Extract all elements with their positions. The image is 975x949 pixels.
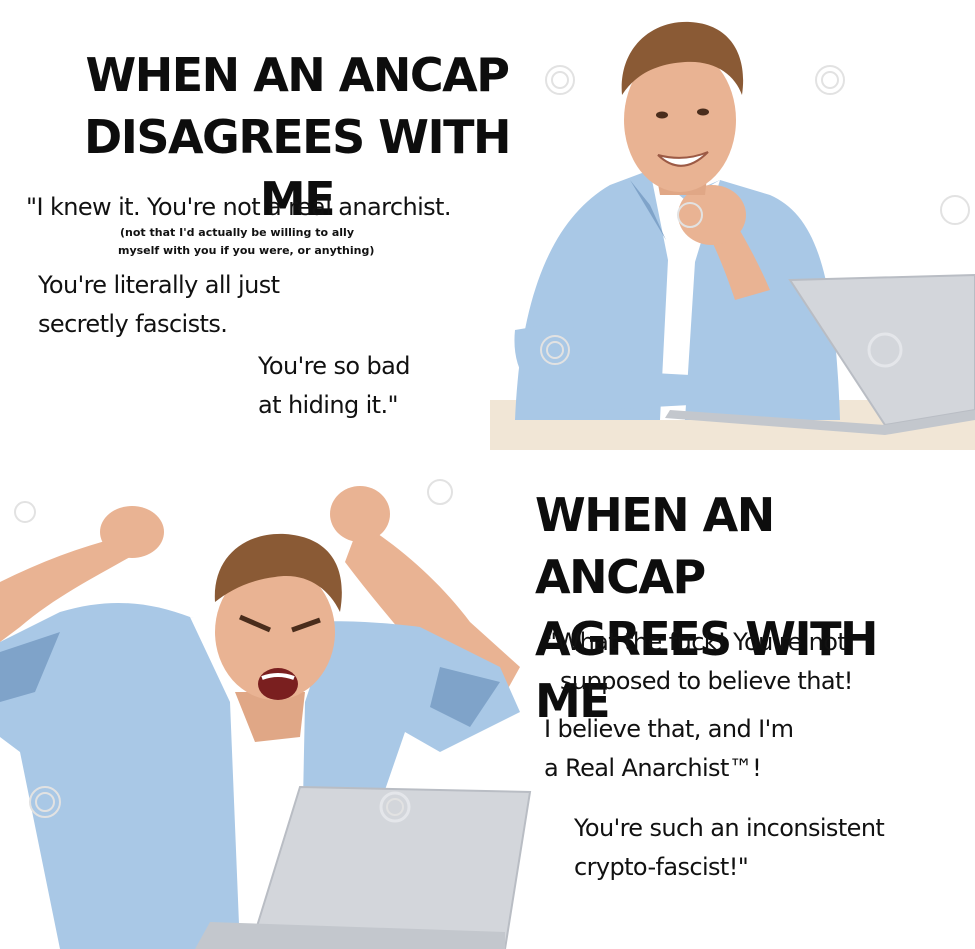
- top-photo: [490, 21, 975, 452]
- bottom-quote-line-2: supposed to believe that!: [560, 667, 853, 695]
- top-panel: WHEN AN ANCAP DISAGREES WITH ME "I knew …: [0, 0, 975, 452]
- top-quote-line-1: "I knew it. You're not a real anarchist.: [26, 193, 451, 221]
- top-quote-line-5: at hiding it.": [258, 391, 399, 419]
- meme: WHEN AN ANCAP DISAGREES WITH ME "I knew …: [0, 0, 975, 949]
- left-fist: [100, 506, 164, 558]
- laptop: [248, 785, 532, 949]
- bottom-panel: WHEN AN ANCAP AGREES WITH ME "What the f…: [0, 452, 975, 949]
- top-quote-line-4: You're so bad: [258, 352, 411, 380]
- top-headline-line-1: WHEN AN ANCAP: [85, 48, 510, 102]
- right-fist: [330, 486, 390, 542]
- bottom-quote-line-3: I believe that, and I'm: [544, 715, 794, 743]
- bottom-quote-line-1: "What the fuck! You're not: [546, 628, 847, 656]
- bottom-quote-line-5: You're such an inconsistent: [574, 814, 885, 842]
- top-aside-line-2: myself with you if you were, or anything…: [118, 244, 375, 257]
- bottom-quote-line-4: a Real Anarchist™!: [544, 754, 762, 782]
- bottom-headline-line-1: WHEN AN ANCAP: [535, 488, 775, 604]
- bottom-quote-line-6: crypto-fascist!": [574, 853, 749, 881]
- top-quote-line-3: secretly fascists.: [38, 310, 228, 338]
- top-aside-line-1: (not that I'd actually be willing to all…: [120, 226, 354, 239]
- top-quote-line-2: You're literally all just: [38, 271, 280, 299]
- bottom-photo: [0, 479, 532, 949]
